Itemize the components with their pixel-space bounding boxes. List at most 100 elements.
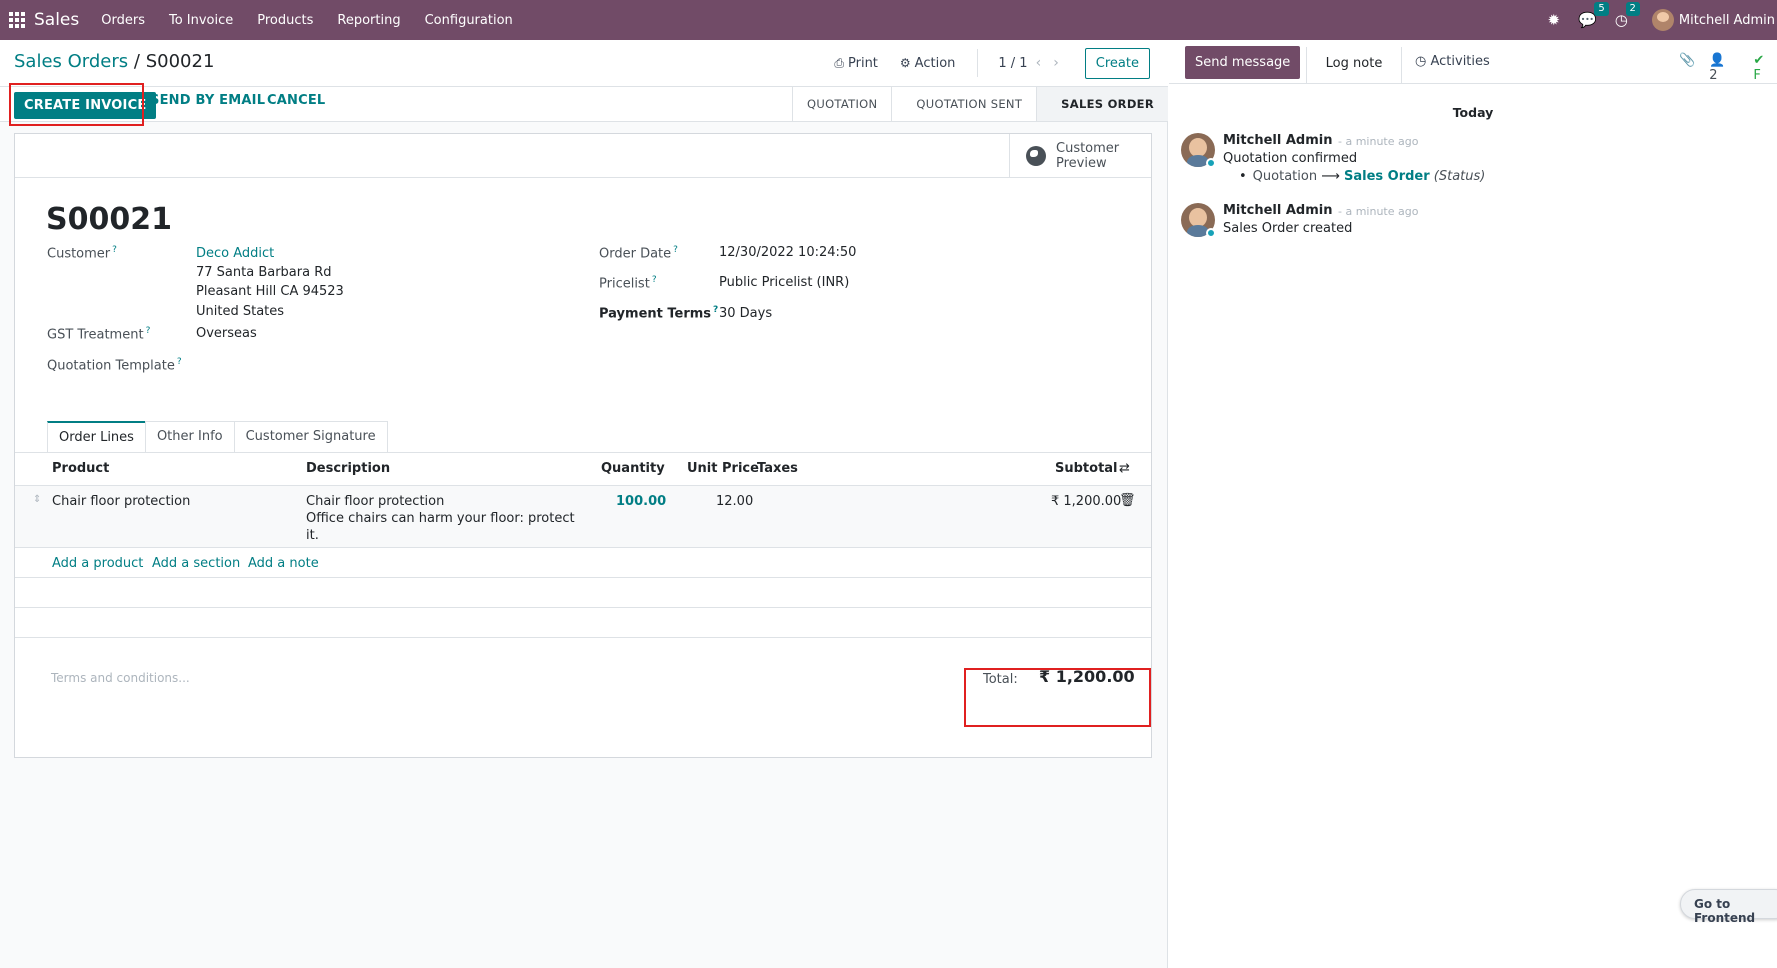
message-author[interactable]: Mitchell Admin	[1223, 203, 1332, 218]
col-subtotal[interactable]: Subtotal	[1055, 461, 1118, 476]
control-panel: Sales Orders / S00021 ⎙ Print ⚙ Action 1 /…	[0, 40, 1168, 86]
add-product-link[interactable]: Add a product	[52, 556, 143, 571]
chatter-topbar: Send message Log note ◷ Activities 📎 👤2 …	[1169, 40, 1777, 84]
tab-order-lines[interactable]: Order Lines	[47, 421, 146, 453]
customer-preview-label: Customer Preview	[1056, 141, 1120, 171]
row-unit-price[interactable]: 12.00	[716, 494, 753, 509]
create-invoice-button[interactable]: CREATE INVOICE	[14, 92, 157, 119]
row-quantity[interactable]: 100.00	[616, 494, 666, 509]
app-name[interactable]: Sales	[34, 10, 79, 30]
column-settings-icon[interactable]: ⇄	[1119, 461, 1130, 476]
row-description-line2[interactable]: Office chairs can harm your floor: prote…	[306, 511, 575, 526]
pager-value[interactable]: 1 / 1	[998, 56, 1027, 71]
row-product[interactable]: Chair floor protection	[52, 494, 190, 509]
order-date-label: Order Date?	[599, 245, 678, 262]
row-description-line1[interactable]: Chair floor protection	[306, 494, 444, 509]
col-quantity[interactable]: Quantity	[601, 461, 665, 476]
customer-address-line1: 77 Santa Barbara Rd	[196, 265, 332, 280]
activities-label: Activities	[1430, 54, 1490, 69]
gst-treatment-field[interactable]: Overseas	[196, 326, 257, 341]
status-bar: CREATE INVOICE SEND BY EMAIL CANCEL QUOT…	[0, 86, 1168, 122]
pricelist-field[interactable]: Public Pricelist (INR)	[719, 275, 849, 290]
print-icon: ⎙	[834, 55, 844, 70]
breadcrumb-sales-orders[interactable]: Sales Orders	[14, 51, 128, 72]
tab-other-info[interactable]: Other Info	[144, 421, 235, 453]
stage-quotation-sent[interactable]: QUOTATION SENT	[891, 87, 1036, 121]
chevron-right-icon[interactable]: ›	[1053, 55, 1059, 71]
total-label: Total:	[983, 672, 1018, 687]
menu-configuration[interactable]: Configuration	[425, 13, 513, 28]
customer-field[interactable]: Deco Addict	[196, 246, 274, 261]
tracking-new-value: Sales Order	[1343, 169, 1430, 184]
message-body: Quotation confirmed	[1223, 151, 1358, 166]
breadcrumb-separator: /	[133, 51, 140, 72]
chatter-message: Mitchell Admin - a minute ago Quotation …	[1181, 133, 1741, 193]
empty-row	[15, 608, 1151, 638]
payment-terms-field[interactable]: 30 Days	[719, 306, 772, 321]
menu-orders[interactable]: Orders	[101, 13, 145, 28]
customer-preview-button[interactable]: Customer Preview	[1009, 134, 1151, 178]
clock-icon: ◷	[1415, 54, 1431, 69]
tracking-old-value: Quotation	[1252, 169, 1318, 184]
user-name[interactable]: Mitchell Admin	[1679, 13, 1775, 28]
chatter-message: Mitchell Admin - a minute ago Sales Orde…	[1181, 203, 1741, 243]
col-unit-price[interactable]: Unit Price	[687, 461, 759, 476]
user-avatar[interactable]	[1651, 9, 1674, 31]
terms-input[interactable]: Terms and conditions...	[51, 671, 190, 685]
button-box: Customer Preview	[15, 134, 1151, 178]
follow-button[interactable]: ✔ F	[1753, 53, 1777, 83]
order-date-field[interactable]: 12/30/2022 10:24:50	[719, 245, 856, 260]
print-button[interactable]: ⎙ Print	[834, 56, 878, 71]
followers-button[interactable]: 👤2	[1709, 53, 1739, 83]
breadcrumb: Sales Orders / S00021	[14, 51, 214, 72]
order-lines-header: Product Description Quantity Unit Price …	[15, 453, 1151, 486]
divider	[977, 49, 979, 77]
stage-quotation[interactable]: QUOTATION	[792, 87, 891, 121]
gear-icon: ⚙	[899, 56, 911, 70]
add-note-link[interactable]: Add a note	[248, 556, 319, 571]
payment-terms-label: Payment Terms?	[599, 305, 719, 322]
follow-label: F	[1753, 68, 1761, 83]
drag-handle-icon[interactable]: ⇕	[33, 494, 41, 505]
today-label: Today	[1444, 105, 1502, 120]
check-icon: ✔	[1753, 53, 1765, 68]
paperclip-icon[interactable]: 📎	[1679, 53, 1695, 83]
template-label-text: Quotation Template	[47, 358, 175, 374]
online-status-icon	[1206, 228, 1216, 238]
send-by-email-button[interactable]: SEND BY EMAIL	[150, 93, 265, 108]
trash-icon[interactable]: 🗑	[1119, 493, 1136, 508]
order-lines-add-links: Add a product Add a section Add a note	[15, 548, 1151, 578]
action-button[interactable]: ⚙ Action	[900, 56, 955, 71]
bug-icon[interactable]: ✹	[1548, 11, 1561, 29]
col-taxes[interactable]: Taxes	[757, 461, 798, 476]
notebook-tabs: Order Lines Other Info Customer Signatur…	[47, 421, 388, 453]
menu-products[interactable]: Products	[257, 13, 313, 28]
quotation-template-label: Quotation Template?	[47, 357, 182, 374]
menu-to-invoice[interactable]: To Invoice	[169, 13, 233, 28]
activities-button[interactable]: ◷ Activities	[1415, 54, 1490, 69]
stage-sales-order[interactable]: SALES ORDER	[1036, 87, 1168, 121]
clock-icon[interactable]: ◷ 2	[1615, 2, 1640, 29]
cancel-button[interactable]: CANCEL	[267, 93, 325, 108]
log-note-button[interactable]: Log note	[1306, 47, 1402, 83]
action-label: Action	[914, 55, 956, 71]
go-to-frontend-button[interactable]: Go to Frontend	[1680, 889, 1777, 925]
chatter: Send message Log note ◷ Activities 📎 👤2 …	[1169, 40, 1777, 968]
send-message-button[interactable]: Send message	[1185, 46, 1301, 79]
add-section-link[interactable]: Add a section	[152, 556, 240, 571]
tab-customer-signature[interactable]: Customer Signature	[233, 421, 388, 453]
row-description-line3[interactable]: it.	[306, 528, 319, 543]
col-product[interactable]: Product	[52, 461, 109, 476]
order-title: S00021	[46, 202, 172, 237]
col-description[interactable]: Description	[306, 461, 390, 476]
chevron-left-icon[interactable]: ‹	[1036, 55, 1042, 71]
message-author[interactable]: Mitchell Admin	[1223, 133, 1332, 148]
customer-label-text: Customer	[47, 246, 111, 262]
form-sheet: Customer Preview S00021 Customer? Deco A…	[14, 133, 1152, 758]
create-button[interactable]: Create	[1084, 47, 1150, 79]
apps-menu-button[interactable]	[0, 0, 34, 40]
menu-reporting[interactable]: Reporting	[337, 13, 400, 28]
chat-icon[interactable]: 💬 5	[1578, 2, 1609, 29]
table-row[interactable]: ⇕ Chair floor protection Chair floor pro…	[15, 486, 1151, 548]
date-separator: Today	[1169, 105, 1777, 120]
